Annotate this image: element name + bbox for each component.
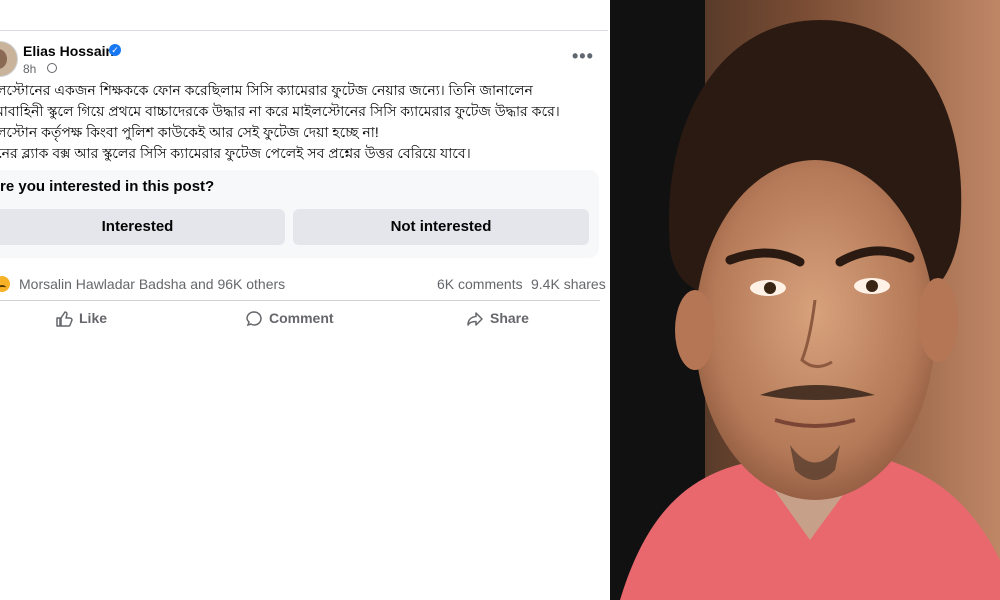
share-button[interactable]: Share <box>466 310 529 328</box>
post-line: মাবাহিনী স্কুলে গিয়ে প্রথমে বাচ্চাদেরকে… <box>0 103 560 119</box>
comments-count[interactable]: 6K comments <box>437 276 523 292</box>
like-icon <box>55 310 73 328</box>
post-text: লস্টোনের একজন শিক্ষককে ফোন করেছিলাম সিসি… <box>0 80 600 164</box>
like-button[interactable]: Like <box>55 310 107 328</box>
verified-badge-icon: ✓ <box>109 44 121 56</box>
actions-divider <box>0 300 600 301</box>
comment-icon <box>245 310 263 328</box>
post-author[interactable]: Elias Hossain <box>23 43 114 59</box>
post-time[interactable]: 8h <box>23 62 36 76</box>
facebook-post-screenshot: Elias Hossain ✓ 8h ••• লস্টোনের একজন শিক… <box>0 0 610 600</box>
share-label: Share <box>490 310 529 326</box>
globe-icon <box>47 63 57 73</box>
not-interested-button[interactable]: Not interested <box>293 209 589 245</box>
top-divider <box>0 30 608 31</box>
avatar[interactable] <box>0 41 18 77</box>
post-line: লস্টোন কর্তৃপক্ষ কিংবা পুলিশ কাউকেই আর স… <box>0 124 379 140</box>
share-icon <box>466 310 484 328</box>
portrait-photo <box>610 0 1000 600</box>
comment-label: Comment <box>269 310 334 326</box>
interest-question: re you interested in this post? <box>0 178 215 195</box>
interested-button[interactable]: Interested <box>0 209 285 245</box>
shares-count[interactable]: 9.4K shares <box>531 276 606 292</box>
comment-button[interactable]: Comment <box>245 310 334 328</box>
reactions-summary[interactable]: Morsalin Hawladar Badsha and 96K others <box>19 276 285 292</box>
post-line: নের ব্ল্যাক বক্স আর স্কুলের সিসি ক্যামের… <box>0 145 471 161</box>
like-label: Like <box>79 310 108 326</box>
post-line: লস্টোনের একজন শিক্ষককে ফোন করেছিলাম সিসি… <box>0 82 533 98</box>
sad-reaction-icon[interactable] <box>0 276 10 292</box>
more-options-icon[interactable]: ••• <box>572 46 594 67</box>
